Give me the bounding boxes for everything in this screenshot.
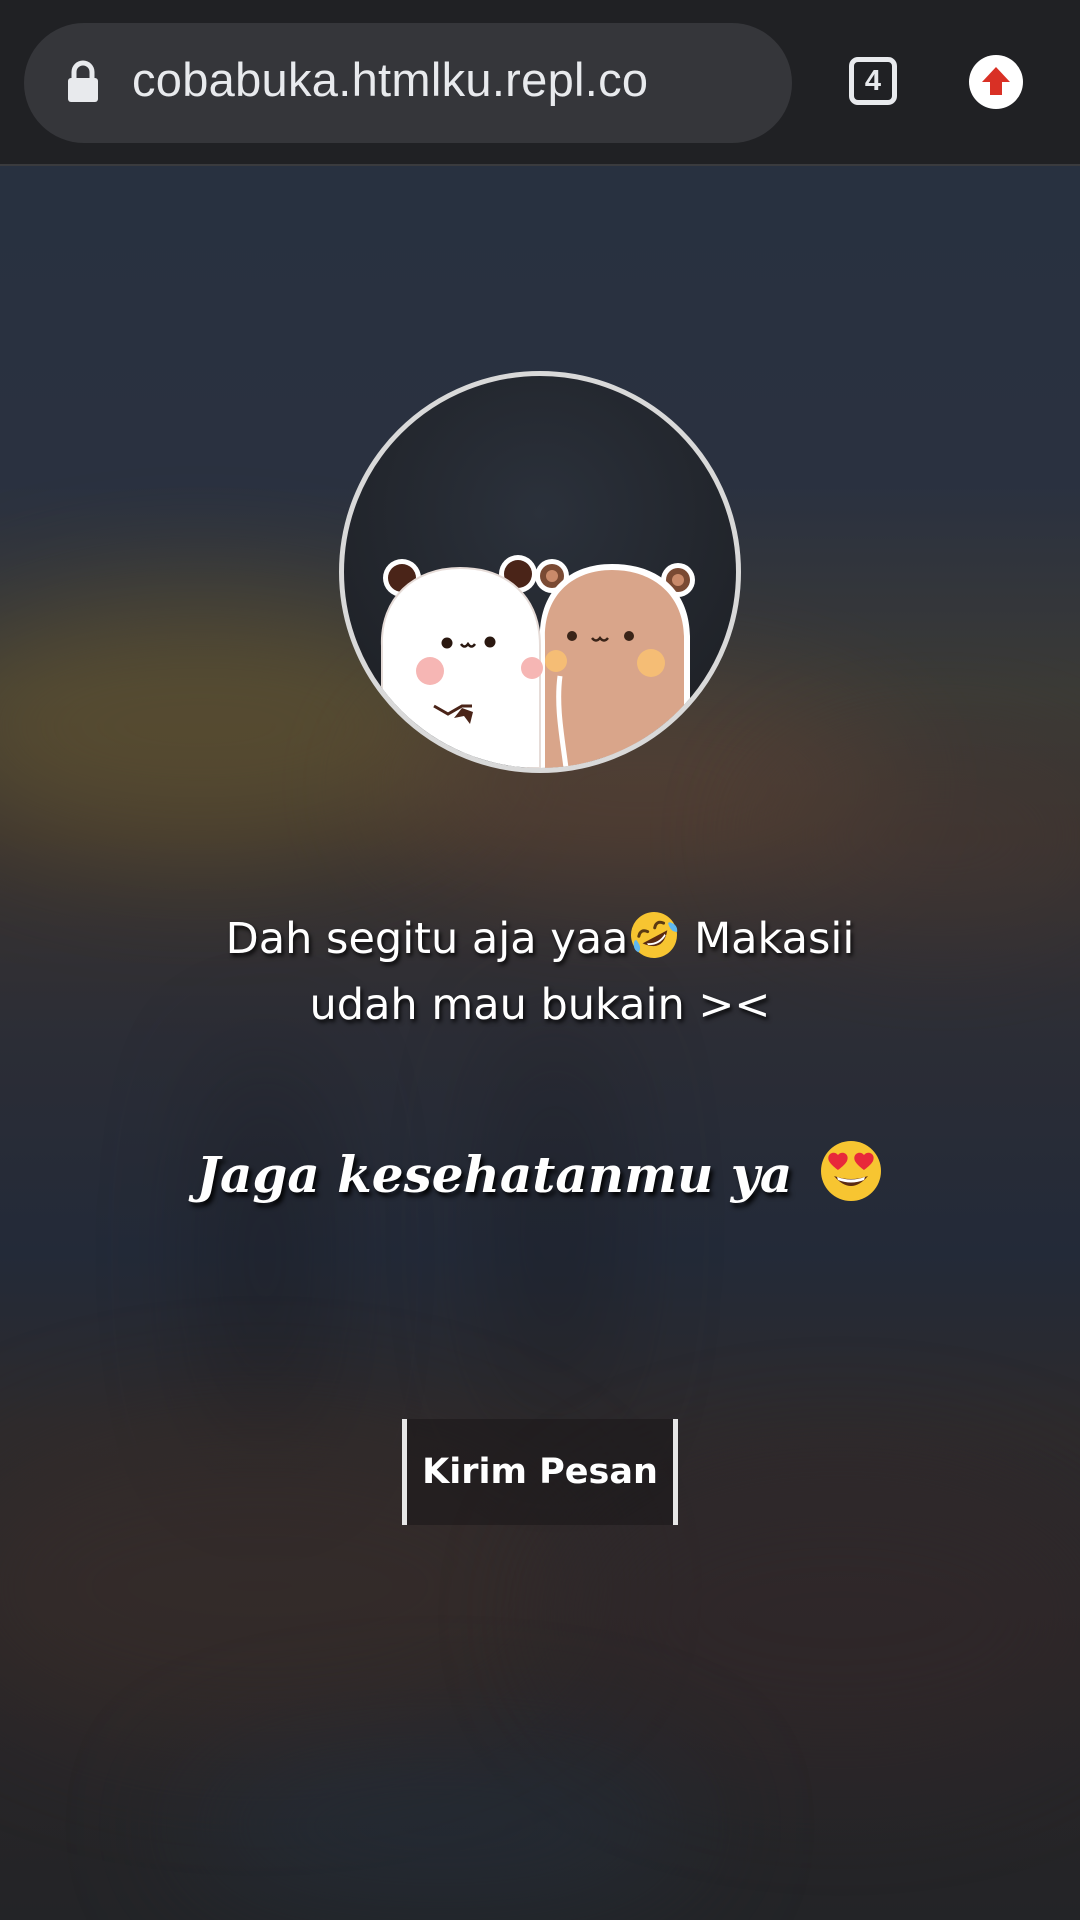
screen: cobabuka.htmlku.repl.co 4 Dah segitu aja… bbox=[0, 0, 1080, 1920]
tab-switcher-button[interactable]: 4 bbox=[849, 57, 897, 105]
lock-icon bbox=[68, 60, 98, 102]
message-line-2: udah mau bukain >< bbox=[309, 980, 771, 1030]
panda-bear-sticker-image bbox=[380, 555, 695, 768]
url-text[interactable]: cobabuka.htmlku.repl.co bbox=[132, 52, 648, 107]
browser-toolbar: cobabuka.htmlku.repl.co 4 bbox=[0, 0, 1080, 166]
send-message-button[interactable]: Kirim Pesan bbox=[402, 1419, 678, 1525]
rolling-laughing-emoji-icon bbox=[631, 912, 678, 958]
heart-eyes-emoji-icon bbox=[820, 1141, 881, 1201]
thanks-message: Dah segitu aja yaa Makasii udah mau buka… bbox=[140, 906, 940, 1038]
message-line-1-end: Makasii bbox=[680, 914, 855, 964]
wish-message: Jaga kesehatanmu ya bbox=[140, 1138, 940, 1210]
wish-text: Jaga kesehatanmu ya bbox=[196, 1145, 810, 1204]
message-line-1: Dah segitu aja yaa bbox=[225, 914, 629, 964]
arrow-up-circle-icon[interactable] bbox=[969, 55, 1023, 109]
avatar bbox=[339, 371, 741, 773]
